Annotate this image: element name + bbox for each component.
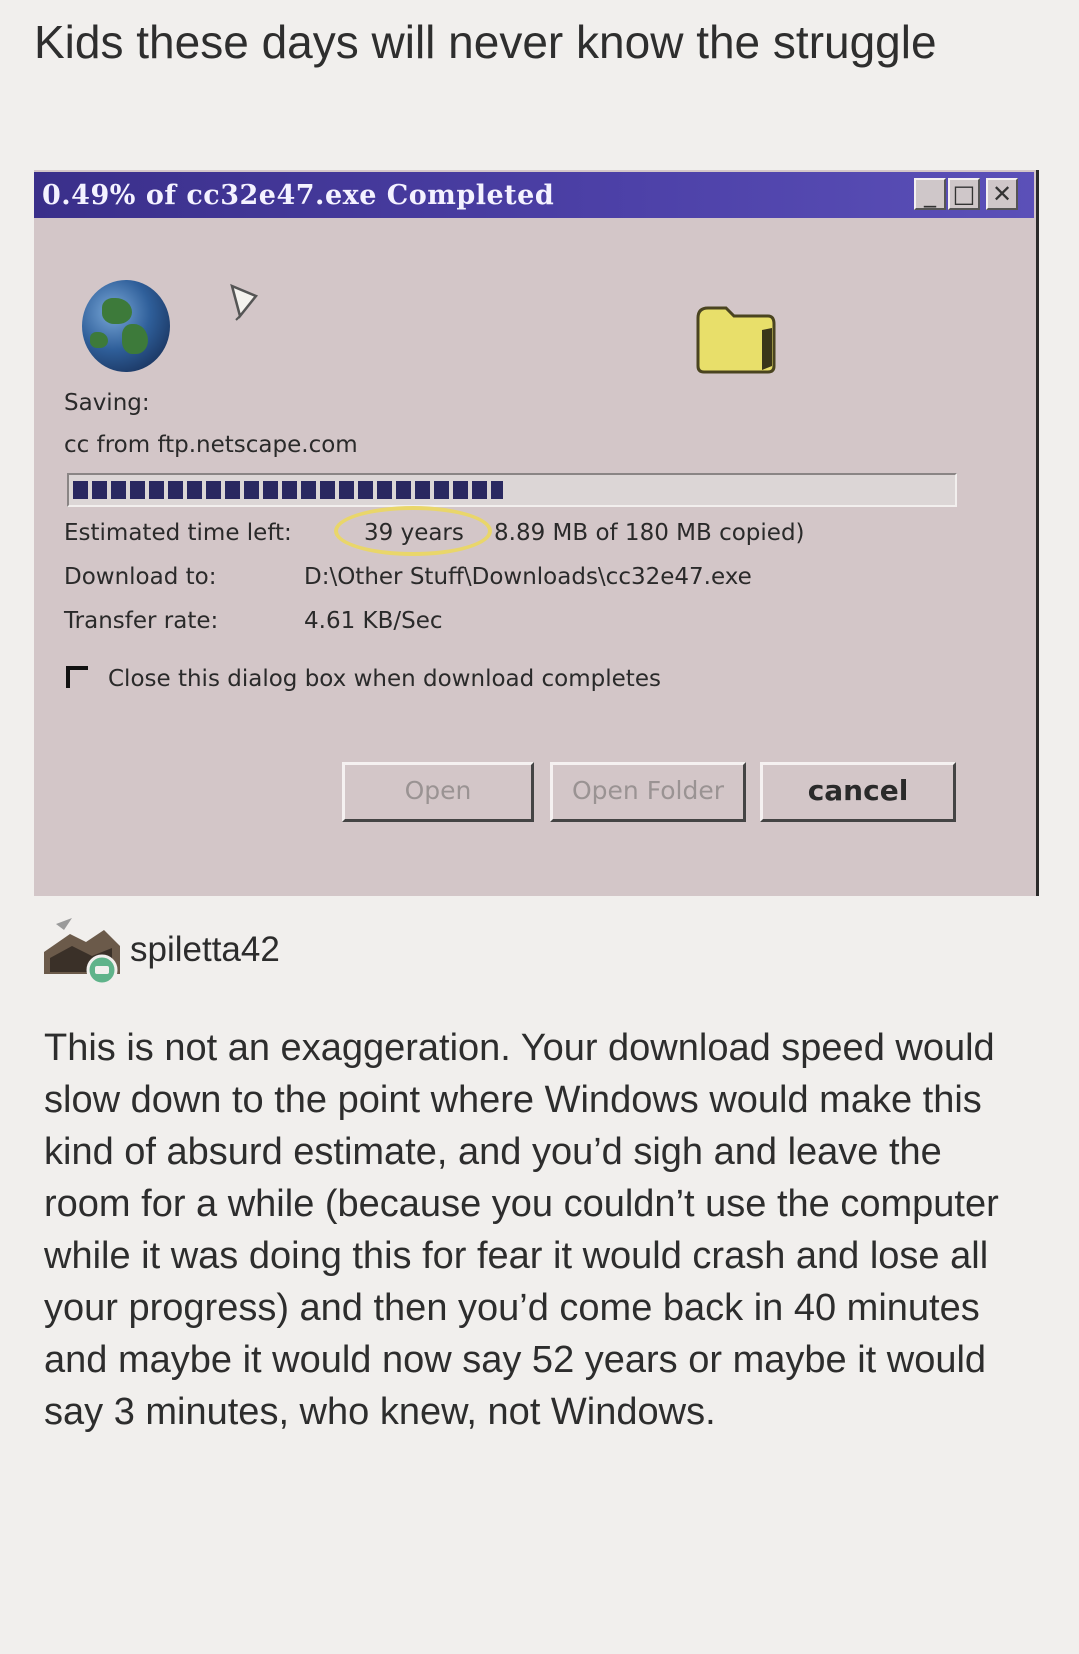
- copied-value: 8.89 MB of 180 MB copied): [494, 520, 805, 546]
- minimize-button[interactable]: _: [914, 178, 946, 210]
- download-dialog: 0.49% of cc32e47.exe Completed _ □ ✕ Sav…: [34, 170, 1039, 896]
- close-on-complete-checkbox[interactable]: [66, 666, 88, 688]
- globe-icon: [82, 280, 170, 372]
- post-body: This is not an exaggeration. Your downlo…: [44, 1027, 999, 1433]
- transfer-rate-value: 4.61 KB/Sec: [304, 608, 443, 634]
- estimated-time-value: 39 years: [364, 520, 464, 546]
- saving-label: Saving:: [64, 390, 150, 416]
- source-text: cc from ftp.netscape.com: [64, 432, 358, 458]
- post-title: Kids these days will never know the stru…: [34, 16, 937, 68]
- progress-bar: [67, 473, 957, 507]
- avatar[interactable]: [42, 912, 122, 988]
- dialog-titlebar[interactable]: 0.49% of cc32e47.exe Completed _ □ ✕: [34, 172, 1034, 218]
- estimated-time-label: Estimated time left:: [64, 520, 292, 546]
- close-button[interactable]: ✕: [986, 178, 1018, 210]
- maximize-button[interactable]: □: [948, 178, 980, 210]
- download-to-label: Download to:: [64, 564, 217, 590]
- username[interactable]: spiletta42: [130, 930, 280, 970]
- progress-fill: [73, 481, 503, 499]
- dialog-title: 0.49% of cc32e47.exe Completed: [42, 180, 555, 211]
- open-folder-button[interactable]: Open Folder: [550, 762, 746, 822]
- close-on-complete-label[interactable]: Close this dialog box when download comp…: [108, 666, 661, 692]
- paper-icon: [230, 283, 259, 321]
- cancel-button[interactable]: cancel: [760, 762, 956, 822]
- open-button[interactable]: Open: [342, 762, 534, 822]
- folder-icon: [696, 306, 776, 374]
- transfer-rate-label: Transfer rate:: [64, 608, 219, 634]
- download-to-value: D:\Other Stuff\Downloads\cc32e47.exe: [304, 564, 752, 590]
